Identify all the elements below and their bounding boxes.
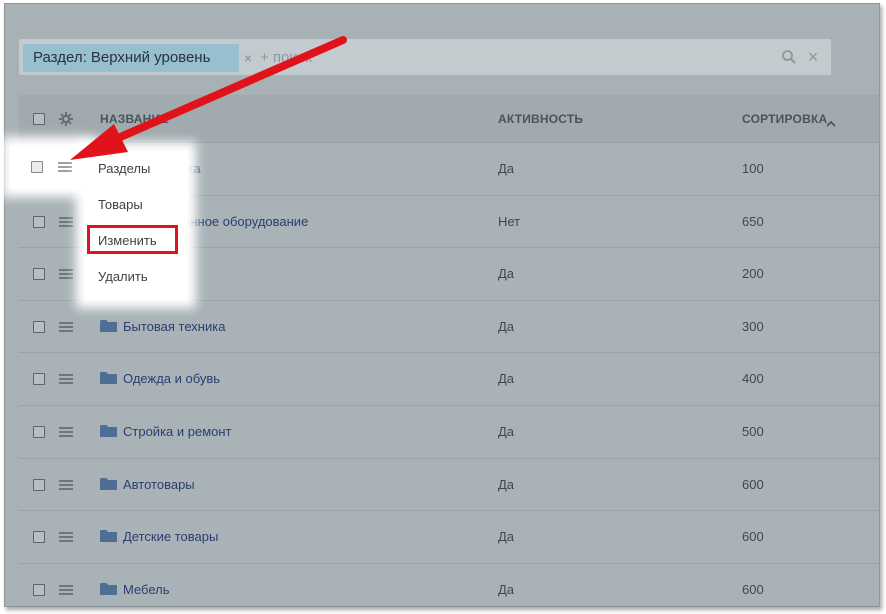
table-row[interactable]: Детские товары Да 600 bbox=[19, 511, 879, 564]
row-menu-icon[interactable] bbox=[58, 162, 72, 172]
row-active-value: Да bbox=[498, 424, 515, 439]
row-name-link[interactable]: Детские товары bbox=[123, 529, 218, 544]
search-icon[interactable] bbox=[781, 49, 797, 65]
row-menu-icon[interactable] bbox=[59, 584, 73, 595]
folder-icon bbox=[100, 424, 117, 438]
row-checkbox[interactable] bbox=[33, 583, 45, 596]
row-active-value: Да bbox=[498, 318, 515, 334]
row-active-value: Да bbox=[498, 529, 515, 545]
row-sort-value: 600 bbox=[742, 581, 764, 597]
row-active-value: Да bbox=[498, 266, 515, 282]
select-all-checkbox[interactable] bbox=[33, 113, 45, 125]
row-sort-value: 400 bbox=[742, 371, 764, 387]
row-name-link[interactable]: Автотовары bbox=[123, 477, 195, 492]
table-row[interactable]: Стройка и ремонт Да 500 bbox=[19, 406, 879, 459]
row-menu-icon[interactable] bbox=[59, 479, 73, 490]
folder-icon bbox=[100, 477, 117, 491]
row-sort-value: 600 bbox=[742, 476, 764, 492]
row-checkbox[interactable] bbox=[33, 373, 45, 386]
table-row[interactable]: Мебель Да 600 bbox=[19, 564, 879, 606]
row-name-link[interactable]: Стройка и ремонт bbox=[123, 424, 232, 439]
row-checkbox[interactable] bbox=[33, 426, 45, 438]
menu-item-delete[interactable]: Удалить bbox=[98, 269, 148, 284]
row-checkbox[interactable] bbox=[31, 161, 43, 173]
column-name-header[interactable]: НАЗВАНИЕ bbox=[100, 95, 168, 143]
row-sort-value: 100 bbox=[742, 161, 764, 176]
menu-item-sections[interactable]: Разделы bbox=[98, 161, 150, 176]
folder-icon bbox=[100, 319, 117, 333]
row-menu-icon[interactable] bbox=[59, 269, 73, 280]
row-sort-value: 600 bbox=[742, 529, 764, 545]
folder-icon bbox=[100, 529, 117, 543]
clear-icon[interactable]: × bbox=[805, 48, 821, 66]
menu-item-edit-highlight bbox=[87, 225, 178, 254]
row-name-link[interactable]: Бытовая техника bbox=[123, 319, 225, 334]
menu-item-products[interactable]: Товары bbox=[98, 197, 143, 212]
row-menu-icon[interactable] bbox=[59, 321, 73, 332]
chevron-up-icon[interactable] bbox=[826, 115, 836, 127]
row-checkbox[interactable] bbox=[33, 478, 45, 491]
table-row[interactable]: Одежда и обувь Да 400 bbox=[19, 353, 879, 406]
row-active-value: Да bbox=[498, 476, 515, 492]
row-checkbox[interactable] bbox=[33, 531, 45, 544]
row-menu-icon[interactable] bbox=[59, 532, 73, 543]
row-active-value: Да bbox=[498, 161, 515, 176]
row-checkbox[interactable] bbox=[33, 268, 45, 281]
row-active-value: Да bbox=[498, 581, 515, 597]
row-name-link[interactable]: Мебель bbox=[123, 582, 170, 597]
row-menu-icon[interactable] bbox=[59, 427, 73, 437]
gear-icon[interactable] bbox=[59, 112, 73, 126]
table-row[interactable]: Автотовары Да 600 bbox=[19, 459, 879, 512]
row-actions-highlight bbox=[10, 145, 90, 189]
row-sort-value: 650 bbox=[742, 213, 764, 229]
search-input[interactable]: + поиск bbox=[260, 44, 312, 72]
table-row[interactable]: Бытовая техника Да 300 bbox=[19, 301, 879, 354]
row-sort-value: 200 bbox=[742, 266, 764, 282]
row-sort-value: 500 bbox=[742, 424, 764, 439]
row-active-value: Нет bbox=[498, 213, 521, 229]
row-active-value: Да bbox=[498, 371, 515, 387]
row-menu-icon[interactable] bbox=[59, 216, 73, 227]
row-checkbox[interactable] bbox=[33, 215, 45, 228]
row-name-link[interactable]: Одежда и обувь bbox=[123, 371, 220, 386]
row-checkbox[interactable] bbox=[33, 320, 45, 333]
chip-remove-icon[interactable]: × bbox=[241, 44, 255, 72]
filter-chip[interactable]: Раздел: Верхний уровень bbox=[23, 44, 239, 72]
list-window: Раздел: Верхний уровень × + поиск × НАЗВ… bbox=[4, 3, 880, 607]
column-active-header[interactable]: АКТИВНОСТЬ bbox=[498, 95, 583, 143]
row-menu-icon[interactable] bbox=[59, 374, 73, 385]
table-header: НАЗВАНИЕ АКТИВНОСТЬ СОРТИРОВКА bbox=[19, 95, 879, 143]
column-sort-header[interactable]: СОРТИРОВКА bbox=[742, 95, 827, 143]
folder-icon bbox=[100, 371, 117, 385]
filter-bar[interactable]: Раздел: Верхний уровень × + поиск × bbox=[19, 39, 831, 75]
row-sort-value: 300 bbox=[742, 318, 764, 334]
folder-icon bbox=[100, 582, 117, 596]
